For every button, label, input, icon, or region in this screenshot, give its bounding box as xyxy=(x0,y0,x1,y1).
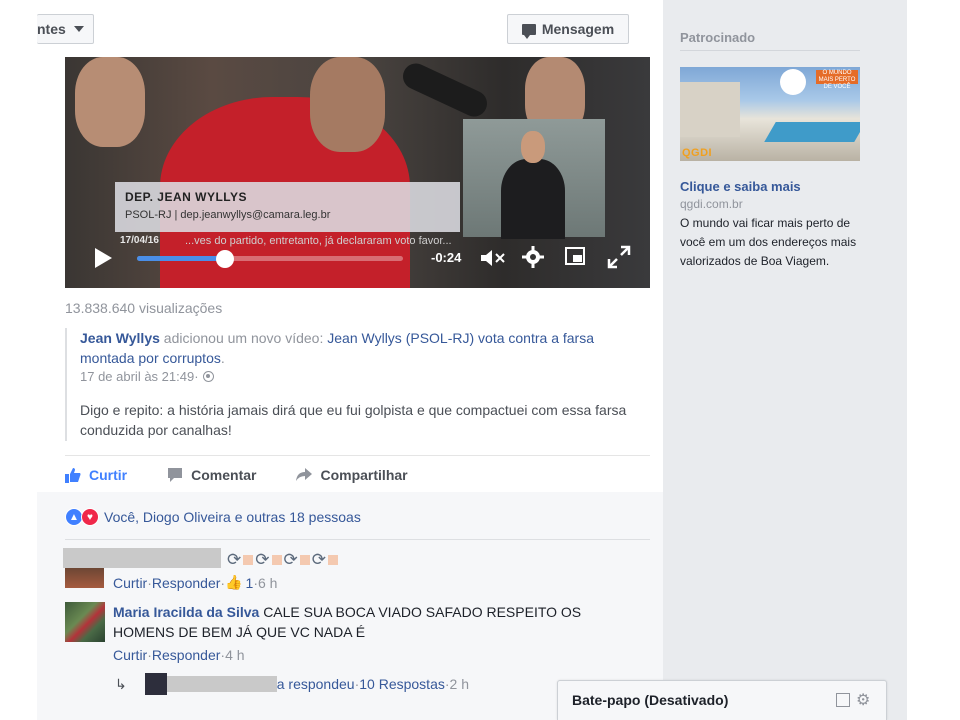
sign-language-interpreter xyxy=(463,119,605,239)
video-controls: -0:24 xyxy=(65,242,650,288)
sponsored-heading: Patrocinado xyxy=(680,30,756,45)
replied-text[interactable]: a respondeu xyxy=(277,676,355,692)
comment-body: Maria Iracilda da Silva CALE SUA BOCA VI… xyxy=(113,602,613,642)
emoji-icon xyxy=(299,555,310,565)
ad-building xyxy=(680,82,740,137)
gear-icon[interactable]: ⚙ xyxy=(856,690,870,710)
emoji-icon xyxy=(243,555,254,565)
divider xyxy=(680,50,860,51)
feed-post-card: ntes Mensagem DEP. JEAN WYLLYS PSOL-RJ |… xyxy=(37,0,663,720)
ad-logo: QGDI xyxy=(682,147,713,159)
friends-dropdown-label: ntes xyxy=(37,21,66,37)
friends-dropdown-button[interactable]: ntes xyxy=(37,14,94,44)
fullscreen-icon[interactable] xyxy=(607,245,631,269)
video-progress-fill xyxy=(137,256,225,261)
comment-like-link[interactable]: Curtir xyxy=(113,647,147,663)
mute-icon[interactable] xyxy=(479,248,507,268)
shared-post-body: Digo e repito: a história jamais dirá qu… xyxy=(80,402,627,438)
comment-like-count[interactable]: 1 xyxy=(246,575,254,591)
ad-brand-tag: O MUNDO MAIS PERTO DE VOCÊ xyxy=(816,70,858,90)
message-button[interactable]: Mensagem xyxy=(507,14,629,44)
avatar xyxy=(144,673,167,695)
video-person xyxy=(75,57,145,147)
reactions-summary[interactable]: ▲ ♥ Você, Diogo Oliveira e outras 18 pes… xyxy=(65,507,361,527)
like-label: Curtir xyxy=(89,467,128,483)
interpreter-face xyxy=(521,131,545,163)
comment-actions: Curtir · Responder · 👍 1 · 6 h xyxy=(113,574,277,591)
video-lower-third: DEP. JEAN WYLLYS PSOL-RJ | dep.jeanwylly… xyxy=(115,182,460,232)
ad-title-link[interactable]: Clique e saiba mais xyxy=(680,179,801,194)
ad-description: O mundo vai ficar mais perto de você em … xyxy=(680,216,857,268)
globe-icon xyxy=(202,371,214,382)
play-icon[interactable] xyxy=(95,248,112,268)
thumbs-up-icon xyxy=(65,468,81,483)
message-icon xyxy=(521,23,536,39)
emoji-icon: ⟳ xyxy=(311,550,326,569)
lower-third-subtitle: PSOL-RJ | dep.jeanwyllys@camara.leg.br xyxy=(125,209,331,221)
reply-count-link[interactable]: 10 Respostas xyxy=(359,676,445,692)
chat-bar[interactable]: Bate-papo (Desativado) ⚙ xyxy=(557,680,887,720)
replies-summary[interactable]: ↳ a respondeu · 10 Respostas · 2 h xyxy=(115,673,469,695)
reactions-text: Você, Diogo Oliveira e outras 18 pessoas xyxy=(104,509,361,525)
shared-post: Jean Wyllys adicionou um novo vídeo: Jea… xyxy=(65,328,650,441)
comment-button[interactable]: Comentar xyxy=(167,467,256,483)
share-arrow-icon xyxy=(296,468,313,481)
comment-author-link[interactable]: Maria Iracilda da Silva xyxy=(113,604,259,620)
video-player[interactable]: DEP. JEAN WYLLYS PSOL-RJ | dep.jeanwylly… xyxy=(65,57,650,288)
comment-emoji-row: ⟳ ⟳ ⟳ ⟳ xyxy=(227,550,340,570)
ad-pool xyxy=(764,122,860,142)
shared-author-link[interactable]: Jean Wyllys xyxy=(80,330,160,346)
shared-end-text: . xyxy=(220,350,225,366)
ad-url[interactable]: qgdi.com.br xyxy=(680,197,743,211)
shared-post-date[interactable]: 17 de abril às 21:49 xyxy=(80,369,194,384)
comment-time[interactable]: 6 h xyxy=(258,575,277,591)
video-progress-bar[interactable] xyxy=(137,250,403,268)
love-reaction-icon: ♥ xyxy=(81,508,99,526)
chat-label: Bate-papo (Desativado) xyxy=(572,692,729,708)
comment-time[interactable]: 4 h xyxy=(225,647,244,663)
message-button-label: Mensagem xyxy=(541,21,615,37)
avatar[interactable] xyxy=(65,568,104,588)
thumbs-up-outline-icon: 👍 xyxy=(225,574,243,590)
divider xyxy=(65,455,650,456)
comment-actions: Curtir · Responder · 4 h xyxy=(113,647,245,663)
new-message-icon[interactable] xyxy=(836,693,850,707)
picture-in-picture-icon[interactable] xyxy=(565,247,585,265)
emoji-icon: ⟳ xyxy=(255,550,270,569)
redacted-replier-name xyxy=(166,676,277,692)
settings-gear-icon[interactable] xyxy=(522,246,544,268)
chevron-down-icon xyxy=(73,26,84,32)
comment-icon xyxy=(168,468,183,482)
divider xyxy=(65,539,650,540)
emoji-icon xyxy=(328,555,338,565)
shared-post-header: Jean Wyllys adicionou um novo vídeo: Jea… xyxy=(80,328,650,368)
comment-like-link[interactable]: Curtir xyxy=(113,575,147,591)
meta-separator: · xyxy=(194,369,199,384)
redacted-commenter-name xyxy=(63,548,221,568)
like-button[interactable]: Curtir xyxy=(65,467,127,483)
video-time-remaining: -0:24 xyxy=(431,250,462,265)
avatar[interactable] xyxy=(65,602,105,642)
shared-action-text: adicionou um novo vídeo: xyxy=(159,330,328,346)
share-button[interactable]: Compartilhar xyxy=(296,467,408,483)
reply-time: 2 h xyxy=(449,676,469,692)
emoji-icon: ⟳ xyxy=(227,550,242,569)
shared-post-meta: 17 de abril às 21:49 · xyxy=(80,369,650,384)
video-progress-handle[interactable] xyxy=(215,250,234,268)
interpreter-body xyxy=(501,159,565,239)
reply-arrow-icon: ↳ xyxy=(115,675,127,692)
share-label: Compartilhar xyxy=(320,467,408,483)
page: ntes Mensagem DEP. JEAN WYLLYS PSOL-RJ |… xyxy=(0,0,960,720)
emoji-icon xyxy=(271,555,282,565)
lower-third-name: DEP. JEAN WYLLYS xyxy=(125,190,248,204)
post-actions: Curtir Comentar Compartilhar xyxy=(65,463,448,487)
ad-brand-circle xyxy=(780,69,806,95)
video-person xyxy=(310,57,385,152)
view-count: 13.838.640 visualizações xyxy=(65,300,223,316)
ad-image[interactable]: O MUNDO MAIS PERTO DE VOCÊ QGDI xyxy=(680,67,860,161)
comment-reply-link[interactable]: Responder xyxy=(152,575,221,591)
comment-reply-link[interactable]: Responder xyxy=(152,647,221,663)
comment-label: Comentar xyxy=(191,467,257,483)
emoji-icon: ⟳ xyxy=(283,550,298,569)
